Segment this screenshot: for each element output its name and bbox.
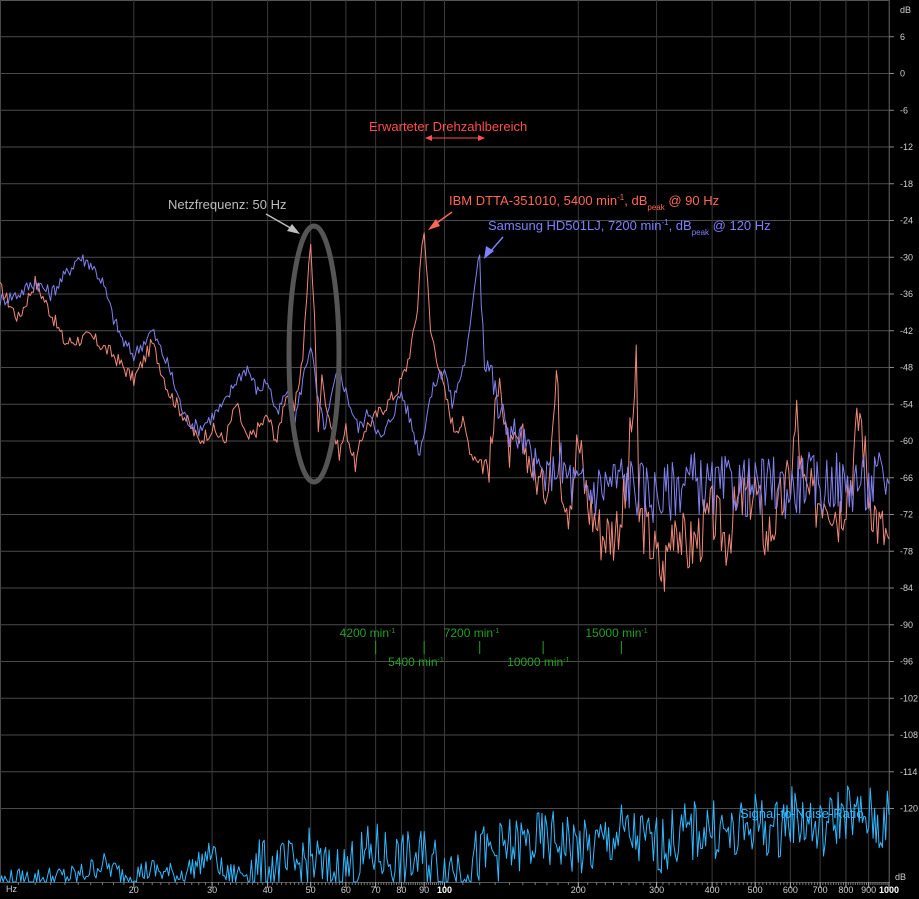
rpm-label: 4200 min-1 <box>340 626 396 640</box>
x-tick-label: 70 <box>371 885 381 895</box>
y-tick-label: 6 <box>900 32 905 42</box>
x-tick-label: 60 <box>341 885 351 895</box>
x-tick-label: 900 <box>861 885 876 895</box>
y-tick-label: -120 <box>900 804 918 814</box>
x-unit: Hz <box>6 884 17 894</box>
y-tick-label: -96 <box>900 657 913 667</box>
x-tick-label: 1000 <box>879 885 899 895</box>
x-tick-label: 300 <box>649 885 664 895</box>
rpm-label: 10000 min-1 <box>507 655 569 669</box>
y-unit-bottom: dB <box>895 872 906 882</box>
rpm-label: 15000 min-1 <box>585 626 647 640</box>
x-tick-label: 600 <box>783 885 798 895</box>
x-tick-label: 200 <box>571 885 586 895</box>
y-tick-label: -36 <box>900 289 913 299</box>
y-tick-label: -42 <box>900 326 913 336</box>
x-tick-label: 20 <box>129 885 139 895</box>
x-tick-label: 80 <box>396 885 406 895</box>
y-tick-label: -24 <box>900 216 913 226</box>
annotation-drehzahlbereich: Erwarteter Drehzahlbereich <box>369 119 527 134</box>
x-tick-label: 50 <box>306 885 316 895</box>
y-tick-label: -60 <box>900 436 913 446</box>
y-tick-label: -18 <box>900 179 913 189</box>
annotation-netzfrequenz: Netzfrequenz: 50 Hz <box>168 197 287 212</box>
x-tick-label: 90 <box>419 885 429 895</box>
y-tick-label: -90 <box>900 620 913 630</box>
y-unit-top: dB <box>900 5 911 15</box>
plot-background <box>0 0 919 899</box>
y-tick-label: -12 <box>900 142 913 152</box>
x-tick-label: 400 <box>705 885 720 895</box>
rpm-label: 7200 min-1 <box>444 626 500 640</box>
x-tick-label: 30 <box>207 885 217 895</box>
x-tick-label: 40 <box>263 885 273 895</box>
annotation-snr: Signal-to-Noise-Ratio <box>740 806 864 821</box>
y-tick-label: -72 <box>900 510 913 520</box>
x-tick-label: 500 <box>748 885 763 895</box>
rpm-label: 5400 min-1 <box>388 655 444 669</box>
y-tick-label: 0 <box>900 69 905 79</box>
spectrum-chart: 60-6-12-18-24-30-36-42-48-54-60-66-72-78… <box>0 0 919 899</box>
y-tick-label: -102 <box>900 693 918 703</box>
y-tick-label: -114 <box>900 767 917 777</box>
y-tick-label: -66 <box>900 473 913 483</box>
y-tick-label: -54 <box>900 399 913 409</box>
x-tick-label: 700 <box>813 885 828 895</box>
y-tick-label: -78 <box>900 546 913 556</box>
x-tick-label: 100 <box>437 885 452 895</box>
x-tick-label: 800 <box>838 885 853 895</box>
y-tick-label: -6 <box>900 105 908 115</box>
y-tick-label: -30 <box>900 252 913 262</box>
y-tick-label: -108 <box>900 730 918 740</box>
y-tick-label: -84 <box>900 583 913 593</box>
y-tick-label: -48 <box>900 363 913 373</box>
